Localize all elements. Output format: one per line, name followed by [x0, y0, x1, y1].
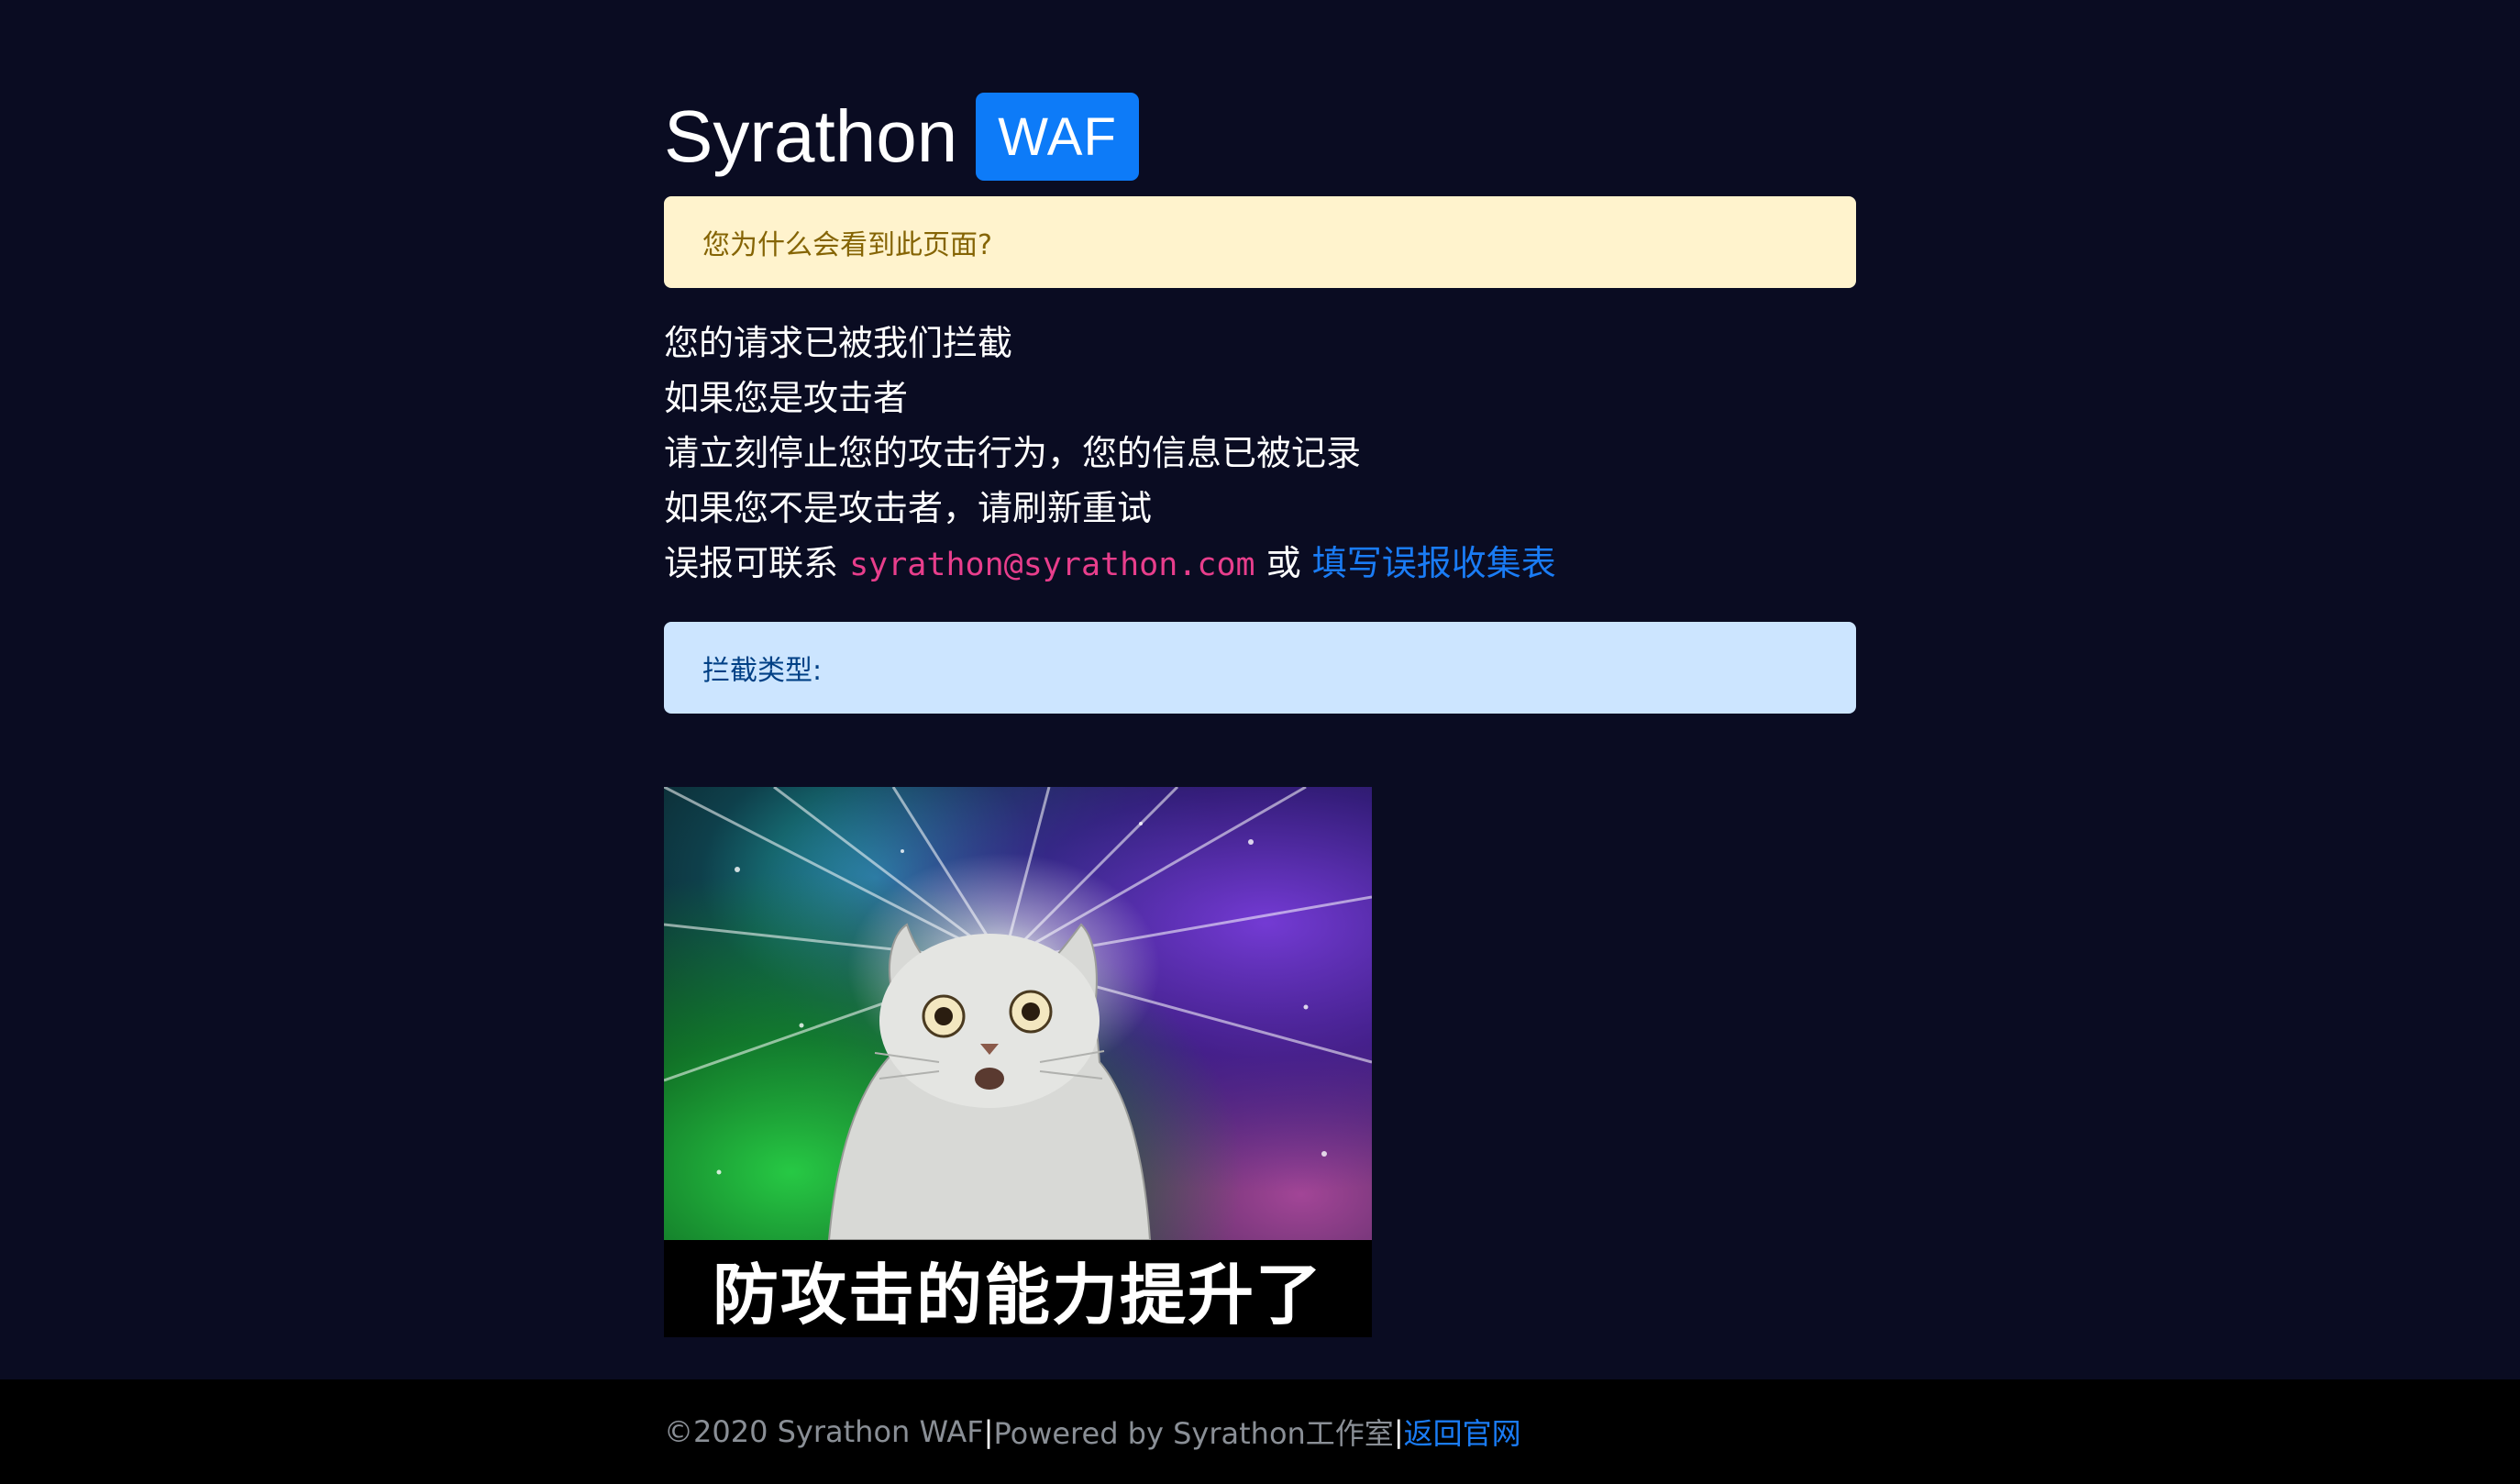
contact-email: syrathon@syrathon.com: [849, 547, 1255, 583]
waf-block-page: Syrathon WAF 您为什么会看到此页面? 您的请求已被我们拦截 如果您是…: [0, 0, 2520, 1484]
footer-content: ©2020 Syrathon WAF | Powered by Syrathon…: [664, 1379, 1521, 1484]
message-line-not-attacker: 如果您不是攻击者，请刷新重试: [664, 488, 1153, 528]
why-see-page-text: 您为什么会看到此页面?: [702, 229, 992, 261]
message-line-contact: 误报可联系 syrathon@syrathon.com 或 填写误报收集表: [664, 536, 1556, 592]
why-see-page-alert: 您为什么会看到此页面?: [664, 196, 1856, 288]
brand-header: Syrathon WAF: [664, 92, 1139, 182]
footer-copyright: ©2020 Syrathon WAF: [664, 1414, 984, 1449]
footer-separator: |: [1393, 1414, 1404, 1449]
contact-prefix: 误报可联系: [664, 543, 850, 583]
back-to-official-site-link[interactable]: 返回官网: [1404, 1411, 1521, 1453]
false-positive-report-link[interactable]: 填写误报收集表: [1312, 543, 1556, 583]
block-type-alert: 拦截类型:: [664, 622, 1856, 714]
footer: ©2020 Syrathon WAF | Powered by Syrathon…: [0, 1379, 2520, 1484]
block-message: 您的请求已被我们拦截 如果您是攻击者 请立刻停止您的攻击行为，您的信息已被记录 …: [664, 316, 1556, 592]
meme-image: 防攻击的能力提升了: [664, 787, 1372, 1337]
meme-caption: 防攻击的能力提升了: [664, 1240, 1372, 1337]
contact-or: 或: [1254, 543, 1312, 583]
footer-powered-by: Powered by Syrathon工作室: [993, 1416, 1394, 1451]
message-line-blocked: 您的请求已被我们拦截: [664, 323, 1013, 363]
brand-name: Syrathon: [664, 95, 958, 177]
waf-badge: WAF: [976, 93, 1139, 181]
block-type-label: 拦截类型:: [702, 655, 823, 687]
footer-separator: |: [983, 1414, 994, 1449]
message-line-if-attacker: 如果您是攻击者: [664, 378, 909, 418]
cat-illustration: [664, 787, 1372, 1241]
message-line-stop: 请立刻停止您的攻击行为，您的信息已被记录: [664, 433, 1362, 473]
meme-artwork: [664, 787, 1372, 1241]
